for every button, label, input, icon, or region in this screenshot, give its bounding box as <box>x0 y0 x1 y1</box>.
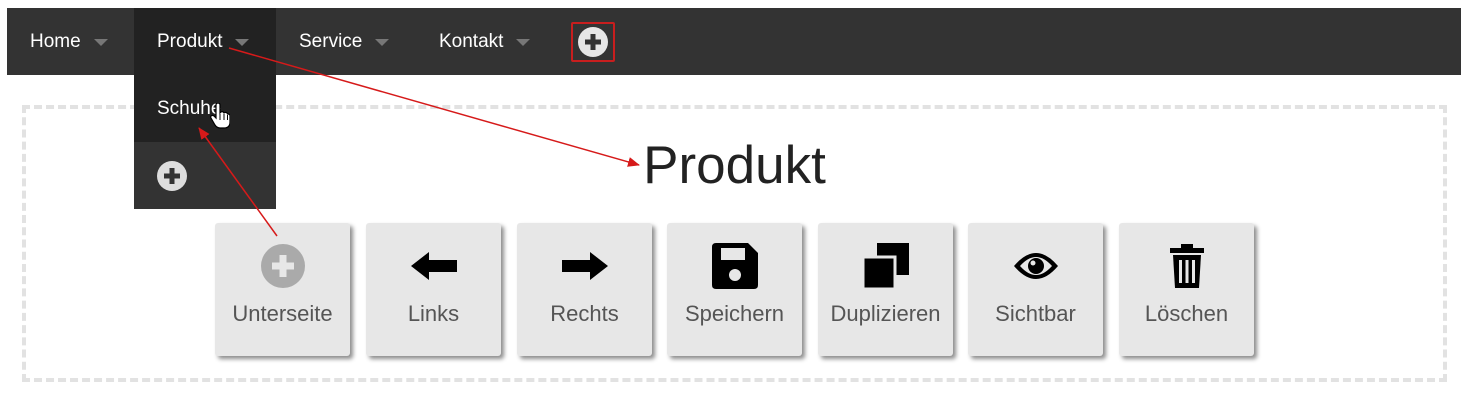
tool-button-label: Duplizieren <box>830 301 941 326</box>
plus-circle-icon <box>157 160 187 191</box>
add-subpage-button[interactable] <box>134 142 276 209</box>
tool-button-label: Sichtbar <box>995 301 1076 326</box>
caret-down-icon <box>93 39 108 46</box>
arrow-right-icon <box>561 252 608 280</box>
caret-down-icon <box>375 39 390 46</box>
tool-button-label: Speichern <box>684 301 785 326</box>
nav-item-kontakt[interactable]: Kontakt <box>439 8 531 75</box>
nav-item-label: Service <box>299 30 363 52</box>
nav-item-service[interactable]: Service <box>299 8 390 75</box>
nav-item-label: Home <box>30 30 81 52</box>
arrow-left-icon <box>410 252 457 280</box>
plus-circle-icon <box>578 27 608 57</box>
caret-down-icon <box>516 39 531 46</box>
save-icon <box>711 243 758 289</box>
nav-item-home[interactable]: Home <box>30 8 108 75</box>
nav-item-label: Produkt <box>157 30 223 52</box>
tool-button-label: Links <box>407 301 460 326</box>
nav-item-produkt[interactable]: Produkt <box>134 8 276 75</box>
plus-circle-icon <box>260 244 305 288</box>
trash-icon <box>1169 244 1204 288</box>
save-button[interactable]: Speichern <box>667 223 802 356</box>
nav-item-label: Kontakt <box>439 30 504 52</box>
add-menu-item-button[interactable] <box>571 22 615 62</box>
duplicate-button[interactable]: Duplizieren <box>818 223 953 356</box>
move-left-button[interactable]: Links <box>366 223 501 356</box>
tool-button-label: Löschen <box>1144 301 1229 326</box>
eye-icon <box>1013 253 1058 279</box>
dropdown-item-schuhe[interactable]: Schuhe <box>134 75 276 142</box>
hand-cursor-icon <box>210 103 230 129</box>
main-navbar: Home Produkt Service Kontakt <box>7 8 1461 75</box>
caret-down-icon <box>235 39 250 46</box>
move-right-button[interactable]: Rechts <box>517 223 652 356</box>
tool-button-label: Rechts <box>550 301 619 326</box>
produkt-dropdown-menu: Schuhe <box>134 75 276 209</box>
add-subpage-tool-button[interactable]: Unterseite <box>215 223 350 356</box>
duplicate-icon <box>862 243 909 289</box>
visibility-button[interactable]: Sichtbar <box>968 223 1103 356</box>
tool-button-label: Unterseite <box>232 301 333 326</box>
delete-button[interactable]: Löschen <box>1119 223 1254 356</box>
